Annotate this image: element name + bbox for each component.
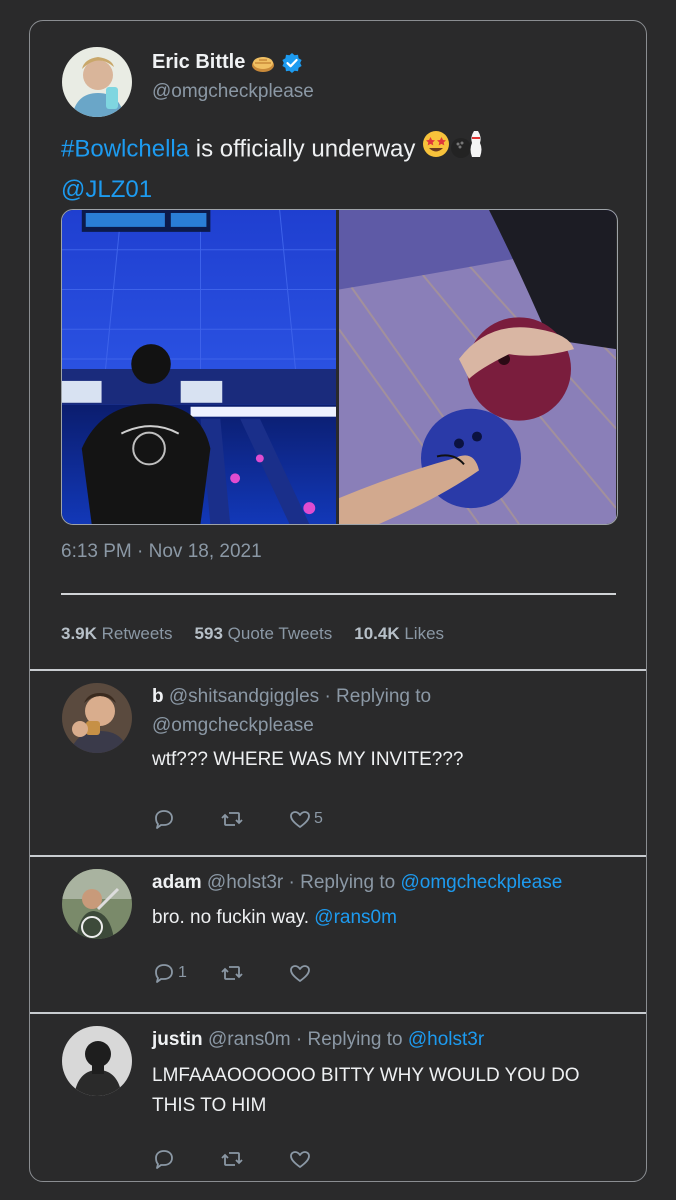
reply-icon [155, 1150, 173, 1169]
like-icon [290, 811, 310, 828]
reply-author-name[interactable]: adam [152, 872, 202, 893]
likes-label: Likes [404, 624, 445, 643]
reply-author-handle[interactable]: @rans0m [208, 1029, 291, 1050]
reply-header: adam @holst3r · Replying to @omgcheckple… [152, 872, 562, 894]
reply-author-handle[interactable]: @holst3r [207, 872, 283, 893]
reply-header: b @shitsandgiggles · Replying to [152, 686, 431, 708]
tweet-body-text: is officially underway [189, 135, 423, 163]
retweets-count: 3.9K [61, 624, 97, 643]
likes-stat[interactable]: 10.4K Likes [354, 624, 444, 644]
verified-badge-icon [281, 52, 303, 74]
reply-button[interactable] [152, 1147, 220, 1171]
reply-actions: 1 [152, 961, 356, 985]
mention-link[interactable]: @JLZ01 [61, 176, 152, 203]
quote-tweets-stat[interactable]: 593 Quote Tweets [195, 624, 333, 644]
retweets-label: Retweets [101, 624, 173, 643]
replying-to-label: · Replying to [324, 686, 432, 707]
tweet-stats: 3.9K Retweets 593 Quote Tweets 10.4K Lik… [61, 624, 444, 644]
stats-divider [61, 593, 616, 595]
author-name[interactable]: Eric Bittle [152, 51, 303, 74]
tweet-timestamp[interactable]: 6:13 PM · Nov 18, 2021 [61, 541, 262, 563]
retweet-icon [221, 812, 243, 826]
author-name-text: Eric Bittle [152, 51, 246, 73]
reply-author-handle[interactable]: @shitsandgiggles [169, 686, 319, 707]
bowling-emoji-icon [450, 129, 484, 171]
mention-link[interactable]: @rans0m [314, 907, 397, 928]
reply-header: justin @rans0m · Replying to @holst3r [152, 1029, 484, 1051]
tweet-thread-card: Eric Bittle @omgcheckplease #Bowlchella … [29, 20, 647, 1182]
quote-tweets-count: 593 [194, 624, 223, 643]
reply-author-name[interactable]: b [152, 686, 164, 707]
like-button[interactable] [288, 961, 356, 985]
tweet-media[interactable] [61, 209, 618, 525]
retweet-button[interactable] [220, 961, 288, 985]
reply-text: bro. no fuckin way. @rans0m [152, 903, 622, 933]
reply-actions [152, 1147, 356, 1171]
reply-author-name[interactable]: justin [152, 1029, 203, 1050]
replying-to-label: · Replying to [288, 872, 396, 893]
thread-separator [30, 1012, 646, 1014]
retweet-icon [221, 1152, 243, 1166]
like-count: 5 [314, 810, 323, 827]
reply-text: wtf??? WHERE WAS MY INVITE??? [152, 749, 464, 770]
reply-text-line: THIS TO HIM [152, 1095, 267, 1116]
tweet-text: #Bowlchella is officially underway @JLZ0… [61, 129, 621, 209]
reply-button[interactable] [152, 807, 220, 831]
reply-icon [155, 964, 173, 983]
replying-to-link[interactable]: @holst3r [408, 1029, 484, 1050]
replying-to-label: · Replying to [295, 1029, 403, 1050]
star-struck-emoji-icon [422, 130, 450, 170]
likes-count: 10.4K [354, 624, 400, 643]
reply-text: LMFAAAOOOOOO BITTY WHY WOULD YOU DO THIS… [152, 1061, 622, 1121]
reply-avatar[interactable] [62, 683, 132, 753]
retweet-icon [221, 966, 243, 980]
reply-count: 1 [178, 964, 187, 981]
quote-tweets-label: Quote Tweets [227, 624, 333, 643]
replying-to-link[interactable]: @omgcheckplease [152, 715, 314, 737]
reply-text-line: LMFAAAOOOOOO BITTY WHY WOULD YOU DO [152, 1065, 580, 1086]
pie-emoji-icon [251, 52, 275, 74]
reply-text-main: bro. no fuckin way. [152, 907, 315, 928]
like-button[interactable]: 5 [288, 807, 356, 831]
retweets-stat[interactable]: 3.9K Retweets [61, 624, 173, 644]
bowling-balls-photo[interactable] [339, 210, 616, 524]
like-icon [290, 965, 310, 982]
hashtag-link[interactable]: #Bowlchella [61, 135, 189, 162]
author-avatar[interactable] [62, 47, 132, 117]
thread-separator [30, 855, 646, 857]
like-button[interactable] [288, 1147, 356, 1171]
replying-to-link[interactable]: @omgcheckplease [400, 872, 562, 893]
thread-separator [30, 669, 646, 671]
retweet-button[interactable] [220, 807, 288, 831]
bowling-alley-photo[interactable] [62, 210, 339, 524]
retweet-button[interactable] [220, 1147, 288, 1171]
reply-actions: 5 [152, 807, 356, 831]
like-icon [290, 1151, 310, 1168]
reply-icon [155, 810, 173, 829]
reply-avatar[interactable] [62, 869, 132, 939]
reply-avatar[interactable] [62, 1026, 132, 1096]
author-handle[interactable]: @omgcheckplease [152, 81, 314, 103]
reply-button[interactable]: 1 [152, 961, 220, 985]
